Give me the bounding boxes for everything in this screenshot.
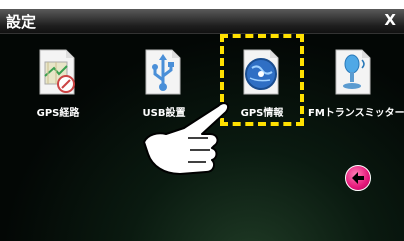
usb-icon	[145, 49, 181, 95]
app-label: FMトランスミッター	[308, 108, 404, 119]
fm-transmitter-icon	[335, 49, 371, 95]
back-arrow-icon	[352, 172, 364, 184]
app-fm-transmitter[interactable]: FMトランスミッター	[308, 46, 404, 126]
page-title: 設定	[6, 13, 37, 31]
app-gps-route[interactable]: GPS経路	[12, 46, 104, 126]
close-button[interactable]: X	[384, 11, 396, 29]
app-label: GPS経路	[36, 108, 80, 119]
gps-route-icon	[39, 49, 75, 95]
top-strip	[0, 0, 404, 9]
pointing-hand-icon	[143, 102, 230, 175]
back-button[interactable]	[345, 165, 371, 191]
title-bar: 設定 X	[0, 9, 404, 34]
settings-panel: GPS経路 USB設置 GPS情報 FMトランスミッター	[0, 34, 404, 241]
